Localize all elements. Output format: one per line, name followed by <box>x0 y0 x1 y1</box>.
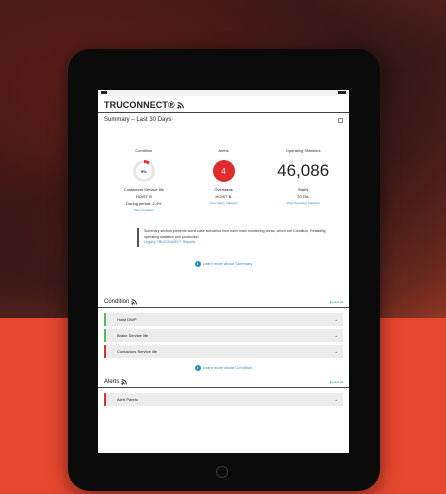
operating-value: 46,086 <box>277 161 330 180</box>
accordion-label: Contactors Service life <box>117 348 158 354</box>
info-icon: i <box>194 260 201 267</box>
accordion-label: Alert Pareto <box>117 396 139 402</box>
view-operating-statistics-link[interactable]: View Operating Statistics <box>263 200 343 207</box>
accordion-hoist-dwp[interactable]: Hoist DWP ⌄ <box>104 312 343 326</box>
learn-more-condition-label: Learn more about Condition <box>202 365 253 370</box>
condition-section-header: Condition Expand All <box>98 299 349 308</box>
condition-metric: Condition 9% Contactors Service life HOI… <box>104 148 184 214</box>
legacy-reports-link[interactable]: Legacy TRUCONNECT Reports <box>144 240 195 244</box>
battery-icon <box>338 91 346 94</box>
operating-line2: TOTAL <box>296 194 310 199</box>
accordion-brake-service-life[interactable]: Brake Service life ⌄ <box>104 328 343 342</box>
chevron-down-icon: ⌄ <box>334 396 338 402</box>
alerts-section-title-text: Alerts <box>104 378 120 385</box>
accordion-label: Hoist DWP <box>117 316 137 322</box>
brand-header: TRUCONNECT® <box>98 96 349 113</box>
info-icon: i <box>194 364 201 371</box>
learn-more-condition[interactable]: i Learn more about Condition <box>98 364 349 371</box>
condition-expand-all[interactable]: Expand All <box>330 300 343 304</box>
alerts-count-badge[interactable]: 4 <box>212 160 235 182</box>
tablet-screen: TRUCONNECT® Summary – Last 30 Days Condi… <box>98 90 349 453</box>
summary-metrics: Condition 9% Contactors Service life HOI… <box>98 144 349 214</box>
view-safety-statistics-link[interactable]: View Safety Statistics <box>184 200 264 207</box>
rss-icon <box>131 298 138 305</box>
home-button[interactable] <box>216 466 228 478</box>
accordion-alert-pareto[interactable]: Alert Pareto ⌄ <box>104 392 343 406</box>
condition-line2: HOIST B <box>135 194 152 199</box>
view-condition-link[interactable]: View Condition <box>104 207 184 214</box>
chevron-down-icon: ⌄ <box>334 348 338 354</box>
alerts-metric: Alerts 4 Overloads HOIST B View Safety S… <box>184 148 264 214</box>
condition-line3: During period: 2.4% <box>126 201 162 206</box>
status-bar <box>98 90 349 96</box>
alerts-section-title: Alerts <box>104 378 128 385</box>
chevron-down-icon: ⌄ <box>334 332 338 338</box>
learn-more-summary-label: Learn more about Summary <box>202 261 253 266</box>
alerts-expand-all[interactable]: Expand All <box>330 380 343 384</box>
summary-header: Summary – Last 30 Days <box>98 113 349 126</box>
rss-icon <box>177 101 184 109</box>
condition-gauge-label: 9% <box>140 168 147 174</box>
operating-heading: Operating Statistics <box>285 148 321 153</box>
condition-line1: Contactors Service life <box>123 187 164 192</box>
alerts-section-header: Alerts Expand All <box>98 379 349 388</box>
condition-heading: Condition <box>135 148 153 153</box>
condition-section-title: Condition <box>104 298 138 305</box>
settings-box-icon[interactable] <box>338 117 343 123</box>
accordion-contactors-service-life[interactable]: Contactors Service life ⌄ <box>104 344 343 358</box>
alerts-line2: HOIST B <box>215 194 232 199</box>
operating-metric: Operating Statistics 46,086 Starts TOTAL… <box>263 148 343 214</box>
alerts-line1: Overloads <box>214 187 233 192</box>
brand-title: TRUCONNECT® <box>104 100 175 110</box>
accordion-label: Brake Service life <box>117 332 149 338</box>
signal-icon <box>101 91 107 94</box>
summary-note-text: Summary section presents worst case scen… <box>144 229 327 239</box>
condition-section-title-text: Condition <box>104 298 130 305</box>
learn-more-summary[interactable]: i Learn more about Summary <box>98 260 349 267</box>
operating-line1: Starts <box>297 187 309 192</box>
alerts-heading: Alerts <box>218 148 229 153</box>
summary-note: Summary section presents worst case scen… <box>137 228 332 247</box>
rss-icon <box>121 378 128 385</box>
summary-title: Summary – Last 30 Days <box>104 117 172 123</box>
condition-gauge: 9% <box>132 160 155 182</box>
chevron-down-icon: ⌄ <box>334 316 338 322</box>
